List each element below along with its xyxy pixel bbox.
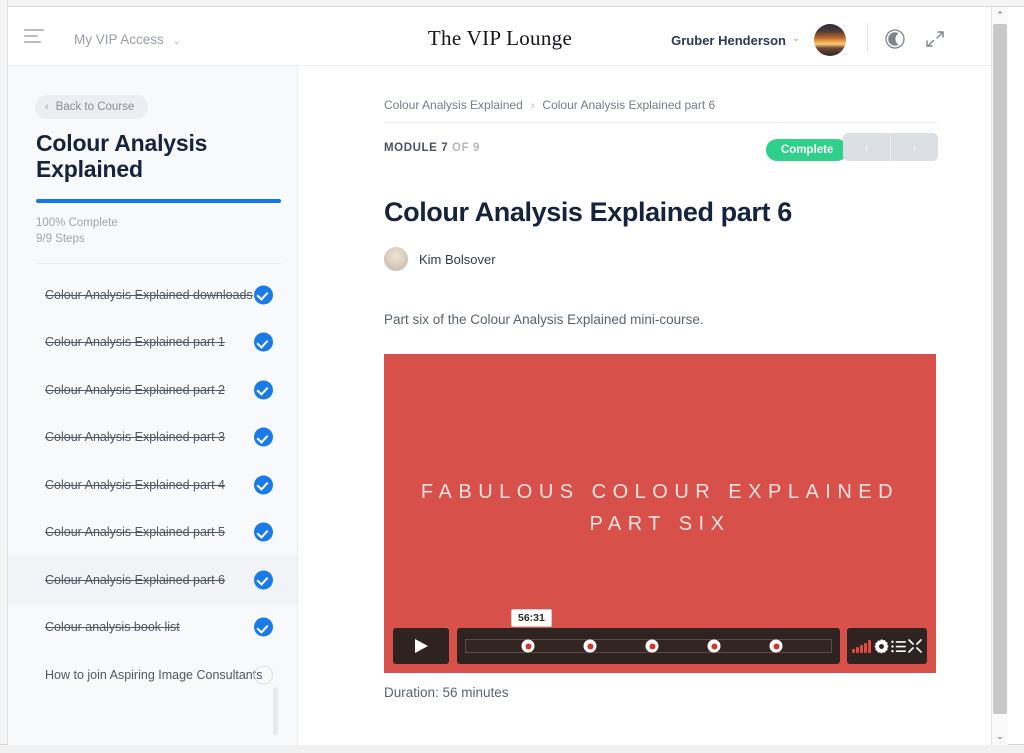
chapter-marker-icon[interactable] <box>707 639 721 653</box>
check-circle-icon[interactable] <box>254 522 273 542</box>
lesson-navigation: ‹ › <box>843 133 938 161</box>
complete-button[interactable]: Complete <box>766 139 849 161</box>
progress-steps-label: 9/9 Steps <box>36 232 85 245</box>
avatar[interactable] <box>814 24 846 56</box>
lesson-item-label: Colour Analysis Explained downloads <box>45 287 253 302</box>
video-player[interactable]: FABULOUS COLOUR EXPLAINED PART SIX 56:31 <box>384 354 936 673</box>
divider <box>867 23 868 51</box>
list-item[interactable]: Colour analysis book list <box>8 604 297 652</box>
lesson-content: Colour Analysis Explained › Colour Analysi… <box>298 66 992 745</box>
check-circle-icon[interactable] <box>254 617 273 637</box>
course-progress-text: 100% Complete 9/9 Steps <box>36 216 118 247</box>
window-frame-top <box>0 0 1024 7</box>
check-circle-icon[interactable] <box>254 380 273 400</box>
list-item[interactable]: Colour Analysis Explained part 5 <box>8 509 297 557</box>
fullscreen-icon[interactable] <box>908 639 922 653</box>
breadcrumb-parent-link[interactable]: Colour Analysis Explained <box>384 98 523 112</box>
course-sidebar: ‹ Back to Course Colour Analysis Explaine… <box>8 66 298 745</box>
lesson-item-label: Colour Analysis Explained part 2 <box>45 382 225 397</box>
check-circle-icon[interactable] <box>254 285 273 305</box>
browser-window: My VIP Access ⌄ The VIP Lounge Gruber He… <box>0 0 1024 753</box>
scrollbar-thumb[interactable] <box>993 24 1007 714</box>
chapter-marker-icon[interactable] <box>583 639 597 653</box>
user-menu-label[interactable]: Gruber Henderson <box>671 33 786 48</box>
list-item[interactable]: Colour Analysis Explained part 3 <box>8 414 297 462</box>
duration-note: Duration: 56 minutes <box>384 685 509 700</box>
list-item[interactable]: Colour Analysis Explained part 2 <box>8 366 297 414</box>
list-item[interactable]: Colour Analysis Explained part 4 <box>8 461 297 509</box>
breadcrumb-current[interactable]: Colour Analysis Explained part 6 <box>542 98 715 112</box>
course-title: Colour Analysis Explained <box>36 130 208 183</box>
page-title: Colour Analysis Explained part 6 <box>384 197 792 227</box>
sidebar-scroll-indicator[interactable] <box>273 687 278 735</box>
divider <box>36 263 281 264</box>
video-progress-bar[interactable] <box>465 639 832 653</box>
video-controls: 56:31 <box>393 609 927 664</box>
page-scrollbar[interactable]: ⌃ ⌄ <box>991 7 1008 745</box>
check-circle-icon[interactable] <box>254 475 273 495</box>
lesson-list: Colour Analysis Explained downloads Colou… <box>8 271 297 699</box>
check-circle-icon[interactable] <box>254 570 273 590</box>
lesson-item-label: Colour Analysis Explained part 5 <box>45 525 225 540</box>
list-item[interactable]: Colour Analysis Explained part 1 <box>8 319 297 367</box>
lesson-item-label: Colour Analysis Explained part 4 <box>45 477 225 492</box>
gear-icon[interactable] <box>874 638 889 654</box>
volume-icon[interactable] <box>852 639 872 653</box>
expand-icon[interactable] <box>922 26 948 52</box>
breadcrumb: Colour Analysis Explained › Colour Analysi… <box>384 98 715 112</box>
check-circle-icon[interactable] <box>254 427 273 447</box>
playlist-icon[interactable] <box>891 640 906 653</box>
top-navigation-bar: My VIP Access ⌄ The VIP Lounge Gruber He… <box>8 7 992 66</box>
author-avatar <box>384 247 408 271</box>
back-to-course-button[interactable]: ‹ Back to Course <box>35 95 149 119</box>
check-circle-icon[interactable] <box>254 332 273 352</box>
list-item[interactable]: Colour Analysis Explained part 6 <box>8 556 297 604</box>
lesson-item-label: Colour Analysis Explained part 3 <box>45 430 225 445</box>
module-number-label: MODULE 7 <box>384 142 449 154</box>
window-frame-bottom <box>0 744 1024 753</box>
time-tooltip: 56:31 <box>511 609 552 627</box>
divider <box>384 122 937 123</box>
video-title-overlay: FABULOUS COLOUR EXPLAINED PART SIX <box>384 476 936 540</box>
course-progress-fill <box>36 199 281 203</box>
lesson-item-label: Colour analysis book list <box>45 620 180 635</box>
course-progress-bar <box>36 199 281 203</box>
progress-percent-label: 100% Complete <box>36 217 118 229</box>
chapter-marker-icon[interactable] <box>769 639 783 653</box>
author-row: Kim Bolsover <box>384 247 496 271</box>
video-title-line-2: PART SIX <box>589 513 731 535</box>
scroll-up-icon[interactable]: ⌃ <box>992 7 1008 24</box>
video-seek-area[interactable]: 56:31 <box>457 609 840 664</box>
chapter-marker-icon[interactable] <box>521 639 535 653</box>
empty-circle-icon[interactable] <box>254 665 273 685</box>
module-indicator: MODULE 7 OF 9 <box>384 142 480 154</box>
lesson-item-label: Colour Analysis Explained part 1 <box>45 335 225 350</box>
moon-icon[interactable] <box>882 26 908 52</box>
page-viewport: My VIP Access ⌄ The VIP Lounge Gruber He… <box>8 7 1008 745</box>
window-frame-left <box>0 0 8 753</box>
next-lesson-button[interactable]: › <box>891 133 938 161</box>
play-icon[interactable] <box>393 628 449 664</box>
breadcrumb-separator-icon: › <box>530 100 535 112</box>
list-item[interactable]: Colour Analysis Explained downloads <box>8 271 297 319</box>
chapter-marker-icon[interactable] <box>645 639 659 653</box>
video-title-line-1: FABULOUS COLOUR EXPLAINED <box>420 481 900 503</box>
scroll-down-icon[interactable]: ⌄ <box>992 728 1008 745</box>
previous-lesson-button[interactable]: ‹ <box>843 133 891 161</box>
lesson-item-label: How to join Aspiring Image Consultants <box>45 667 263 682</box>
author-name: Kim Bolsover <box>419 251 496 267</box>
lesson-item-label: Colour Analysis Explained part 6 <box>45 572 225 587</box>
chevron-down-icon[interactable]: ⌄ <box>792 33 800 44</box>
module-total-label: OF 9 <box>448 142 480 154</box>
chevron-left-icon: ‹ <box>45 101 49 113</box>
video-control-icons <box>847 628 927 664</box>
back-to-course-label: Back to Course <box>55 101 135 113</box>
list-item[interactable]: How to join Aspiring Image Consultants <box>8 651 297 699</box>
lesson-description: Part six of the Colour Analysis Explaine… <box>384 312 704 327</box>
